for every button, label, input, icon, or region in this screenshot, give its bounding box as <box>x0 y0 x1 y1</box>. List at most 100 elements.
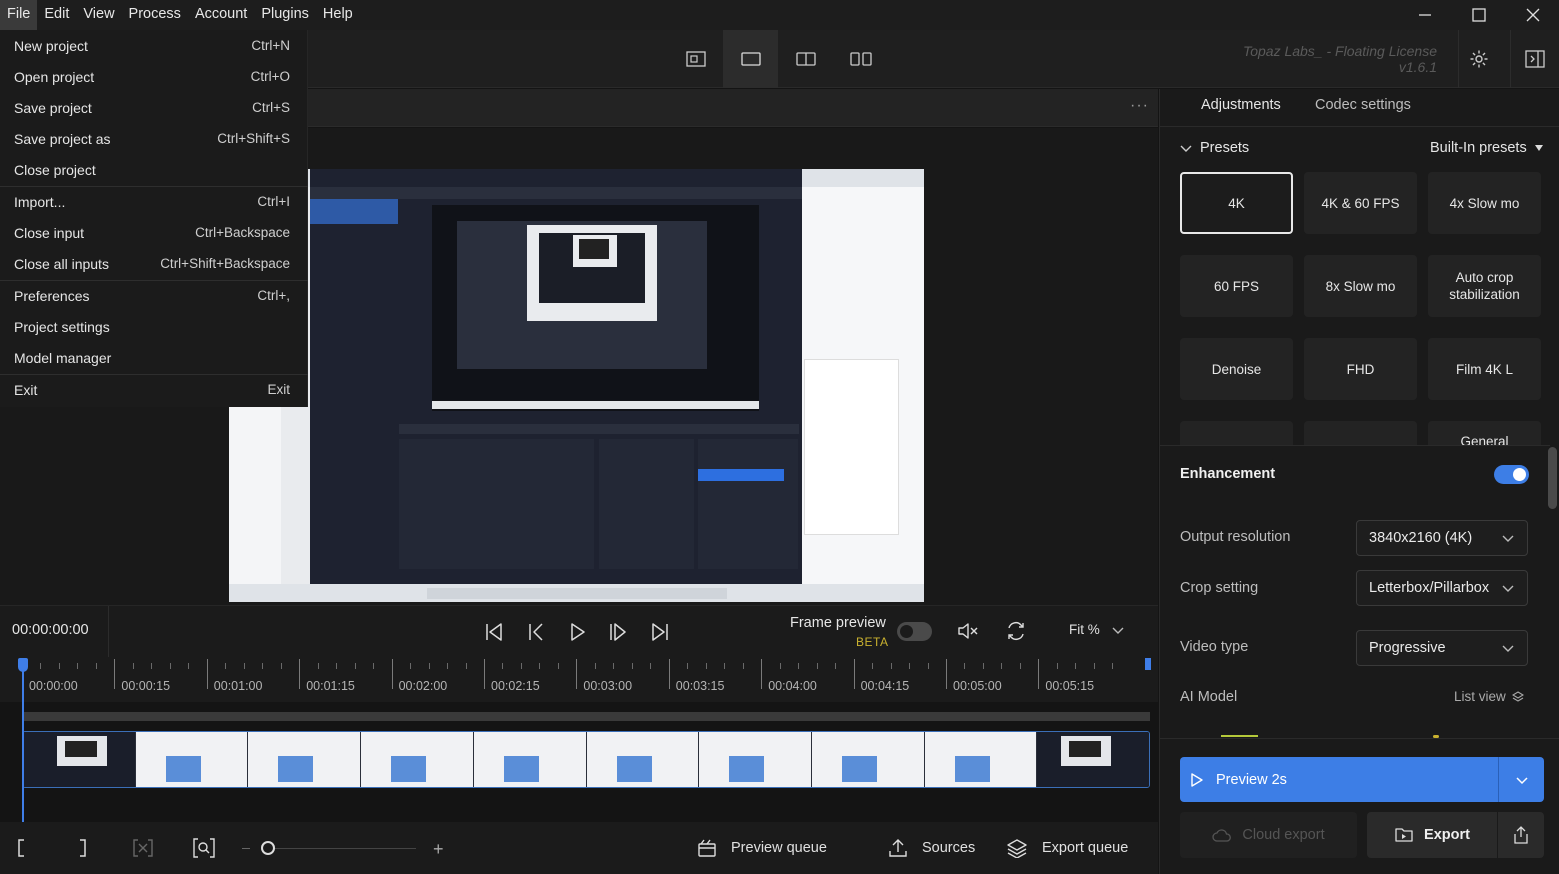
ruler-major-tick <box>299 659 301 689</box>
video-track-filmstrip[interactable] <box>22 731 1150 788</box>
preset-60fps[interactable]: 60 FPS <box>1180 255 1293 317</box>
more-options-icon[interactable]: ··· <box>1130 97 1149 115</box>
layers-icon <box>1511 690 1524 702</box>
view-single-button[interactable] <box>723 30 778 88</box>
menu-edit[interactable]: Edit <box>37 0 76 30</box>
menu-item-new-project[interactable]: New project Ctrl+N <box>0 30 308 61</box>
ruler-minor-tick <box>909 663 911 669</box>
frame-preview-toggle[interactable] <box>897 622 932 641</box>
view-split-button[interactable] <box>778 30 833 88</box>
close-window-button[interactable] <box>1506 0 1559 30</box>
menu-item-import[interactable]: Import... Ctrl+I <box>0 186 308 217</box>
toggle-panel-button[interactable] <box>1510 30 1558 88</box>
menu-file[interactable]: File <box>0 0 38 30</box>
ai-model-label: AI Model <box>1180 689 1238 705</box>
sources-button[interactable]: Sources <box>888 838 975 858</box>
playhead-handle[interactable] <box>18 658 28 672</box>
menu-plugins[interactable]: Plugins <box>254 0 316 30</box>
view-fullscreen-button[interactable] <box>668 30 723 88</box>
zoom-in-icon[interactable]: + <box>433 839 444 860</box>
maximize-button[interactable] <box>1452 0 1506 30</box>
playhead[interactable] <box>22 658 24 823</box>
export-queue-button[interactable]: Export queue <box>1006 838 1128 858</box>
set-out-point-button[interactable] <box>76 838 90 861</box>
preview-options-button[interactable] <box>1499 757 1544 802</box>
preview-queue-button[interactable]: Preview queue <box>697 838 827 858</box>
next-frame-button[interactable] <box>602 616 634 648</box>
menu-item-exit[interactable]: Exit Exit <box>0 374 308 405</box>
settings-button[interactable] <box>1458 30 1498 88</box>
view-side-by-side-button[interactable] <box>833 30 888 88</box>
preset-general[interactable]: General <box>1428 421 1541 445</box>
out-point-handle[interactable] <box>1145 658 1151 670</box>
timeline-scroll-track[interactable] <box>22 712 1150 721</box>
bracket-left-icon <box>18 839 24 857</box>
preset-partial[interactable] <box>1180 421 1293 445</box>
menu-account[interactable]: Account <box>188 0 254 30</box>
clear-range-button[interactable] <box>132 838 154 861</box>
preset-partial[interactable] <box>1304 421 1417 445</box>
menu-item-save-project[interactable]: Save project Ctrl+S <box>0 92 308 123</box>
menu-item-project-settings[interactable]: Project settings <box>0 311 308 342</box>
menu-item-preferences[interactable]: Preferences Ctrl+, <box>0 280 308 311</box>
list-view-toggle[interactable]: List view <box>1454 689 1524 704</box>
menu-item-close-all-inputs[interactable]: Close all inputs Ctrl+Shift+Backspace <box>0 248 308 279</box>
video-type-select[interactable]: Progressive <box>1356 630 1528 666</box>
menu-item-open-project[interactable]: Open project Ctrl+O <box>0 61 308 92</box>
menu-item-close-project[interactable]: Close project <box>0 154 308 185</box>
preset-denoise[interactable]: Denoise <box>1180 338 1293 400</box>
tab-adjustments[interactable]: Adjustments <box>1201 97 1281 113</box>
preset-4k-60fps[interactable]: 4K & 60 FPS <box>1304 172 1417 234</box>
preset-4x-slow-mo[interactable]: 4x Slow mo <box>1428 172 1541 234</box>
zoom-slider-handle[interactable] <box>261 841 275 855</box>
preset-4k[interactable]: 4K <box>1180 172 1293 234</box>
timeline-zoom-slider[interactable] <box>262 848 416 849</box>
menu-item-close-input[interactable]: Close input Ctrl+Backspace <box>0 217 308 248</box>
minimize-button[interactable] <box>1398 0 1452 30</box>
preset-film-4k-l[interactable]: Film 4K L <box>1428 338 1541 400</box>
skip-to-start-icon <box>486 623 502 641</box>
previous-frame-button[interactable] <box>520 616 552 648</box>
preview-button[interactable]: Preview 2s <box>1180 757 1498 802</box>
tab-codec-settings[interactable]: Codec settings <box>1315 97 1411 113</box>
zoom-out-icon[interactable] <box>242 848 250 849</box>
single-view-icon <box>740 52 761 66</box>
loop-button[interactable] <box>1004 619 1028 646</box>
ruler-minor-tick <box>1075 663 1077 669</box>
go-to-end-button[interactable] <box>644 616 676 648</box>
menu-help[interactable]: Help <box>316 0 360 30</box>
preset-8x-slow-mo[interactable]: 8x Slow mo <box>1304 255 1417 317</box>
ruler-minor-tick <box>557 663 559 669</box>
share-button[interactable] <box>1498 812 1544 858</box>
cloud-export-button[interactable]: Cloud export <box>1180 812 1357 858</box>
zoom-to-range-button[interactable] <box>192 837 216 862</box>
preset-fhd[interactable]: FHD <box>1304 338 1417 400</box>
mute-button[interactable] <box>956 620 980 645</box>
enhancement-toggle[interactable] <box>1494 465 1529 484</box>
timeline-ruler[interactable]: 00:00:00 00:00:15 00:01:00 00:01:15 00:02:00… <box>0 657 1158 702</box>
close-icon <box>1526 8 1540 22</box>
preview-button-label: Preview 2s <box>1216 771 1287 788</box>
go-to-start-button[interactable] <box>478 616 510 648</box>
ruler-minor-tick <box>835 663 837 669</box>
divider <box>1160 126 1559 127</box>
menu-item-shortcut: Ctrl+N <box>251 38 290 53</box>
menu-item-save-project-as[interactable]: Save project as Ctrl+Shift+S <box>0 123 308 154</box>
ruler-minor-tick <box>1056 663 1058 669</box>
menu-item-model-manager[interactable]: Model manager <box>0 342 308 373</box>
zoom-select-label[interactable]: Fit % <box>1069 622 1100 637</box>
panel-scrollbar-thumb[interactable] <box>1548 447 1557 509</box>
preset-auto-crop-stabilization[interactable]: Auto crop stabilization <box>1428 255 1541 317</box>
presets-collapse-button[interactable] <box>1179 142 1193 159</box>
export-button[interactable]: Export <box>1367 812 1497 858</box>
play-icon <box>571 623 585 641</box>
menu-process[interactable]: Process <box>122 0 188 30</box>
menu-view[interactable]: View <box>76 0 121 30</box>
zoom-dropdown-button[interactable] <box>1111 623 1125 640</box>
set-in-point-button[interactable] <box>14 838 28 861</box>
output-resolution-select[interactable]: 3840x2160 (4K) <box>1356 520 1528 556</box>
presets-source-dropdown[interactable]: Built-In presets <box>1430 140 1544 156</box>
ruler-time-label: 00:02:00 <box>398 679 448 693</box>
crop-setting-select[interactable]: Letterbox/Pillarbox <box>1356 570 1528 606</box>
play-button[interactable] <box>561 616 593 648</box>
